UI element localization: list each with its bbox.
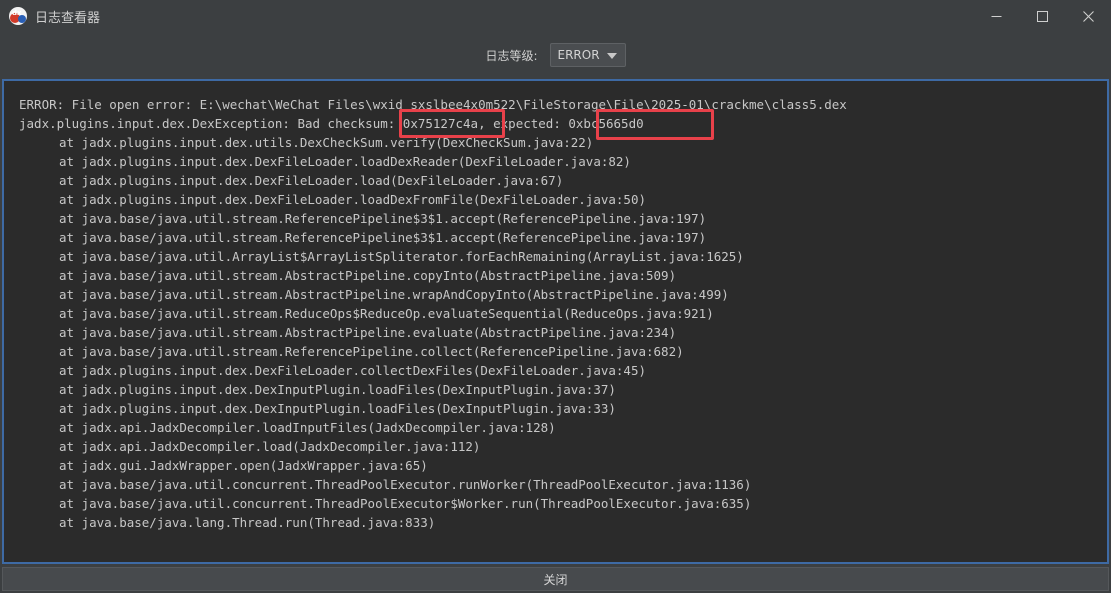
minimize-button[interactable]	[973, 0, 1019, 32]
close-button-label: 关闭	[543, 572, 568, 587]
log-line: at jadx.api.JadxDecompiler.load(JadxDeco…	[59, 439, 481, 454]
close-button[interactable]: 关闭	[2, 567, 1109, 591]
log-line: at java.base/java.util.stream.ReduceOps$…	[59, 306, 714, 321]
log-line: at jadx.gui.JadxWrapper.open(JadxWrapper…	[59, 458, 428, 473]
minimize-icon	[991, 15, 1001, 17]
log-line: at java.base/java.util.stream.AbstractPi…	[59, 287, 729, 302]
log-text-area[interactable]: ERROR: File open error: E:\wechat\WeChat…	[2, 79, 1109, 564]
log-line: at java.base/java.util.stream.AbstractPi…	[59, 325, 677, 340]
log-content: ERROR: File open error: E:\wechat\WeChat…	[19, 95, 847, 532]
log-line: at java.base/java.util.stream.ReferenceP…	[59, 211, 707, 226]
log-line: at jadx.plugins.input.dex.DexInputPlugin…	[59, 401, 616, 416]
highlight-box-actual-checksum	[399, 109, 505, 138]
window-title: 日志查看器	[35, 10, 101, 26]
log-line: at java.base/java.util.concurrent.Thread…	[59, 477, 752, 492]
maximize-icon	[1036, 10, 1048, 22]
close-window-button[interactable]	[1065, 0, 1111, 32]
chevron-down-icon	[606, 53, 617, 59]
log-line: at jadx.plugins.input.dex.DexFileLoader.…	[59, 173, 564, 188]
maximize-button[interactable]	[1019, 0, 1065, 32]
highlight-box-expected-checksum	[596, 109, 714, 140]
close-icon	[1082, 10, 1094, 22]
log-level-label: 日志等级:	[485, 48, 538, 63]
log-line: at jadx.plugins.input.dex.DexInputPlugin…	[59, 382, 616, 397]
log-line: at java.base/java.util.stream.ReferenceP…	[59, 230, 707, 245]
jadx-app-icon: dx	[9, 7, 27, 25]
log-line: at java.base/java.lang.Thread.run(Thread…	[59, 515, 436, 530]
title-bar[interactable]: dx 日志查看器	[0, 0, 1111, 32]
log-line: at java.base/java.util.stream.AbstractPi…	[59, 268, 677, 283]
log-line: at java.base/java.util.concurrent.Thread…	[59, 496, 752, 511]
log-line: at jadx.plugins.input.dex.DexFileLoader.…	[59, 192, 646, 207]
log-line: at java.base/java.util.ArrayList$ArrayLi…	[59, 249, 744, 264]
log-line: at java.base/java.util.stream.ReferenceP…	[59, 344, 684, 359]
log-line: at jadx.api.JadxDecompiler.loadInputFile…	[59, 420, 556, 435]
log-level-value: ERROR	[557, 48, 600, 62]
log-level-toolbar: 日志等级: ERROR	[0, 32, 1111, 78]
window-controls	[973, 0, 1111, 32]
log-line: at jadx.plugins.input.dex.DexFileLoader.…	[59, 154, 631, 169]
log-level-select[interactable]: ERROR	[549, 43, 626, 67]
log-line: at jadx.plugins.input.dex.DexFileLoader.…	[59, 363, 646, 378]
